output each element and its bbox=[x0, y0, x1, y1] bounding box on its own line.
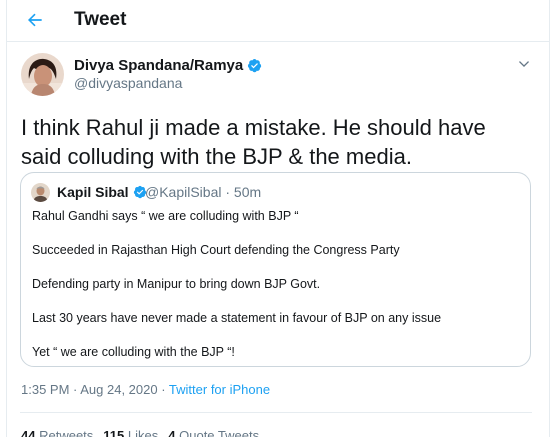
quote-text-line: Rahul Gandhi says “ we are colluding wit… bbox=[32, 209, 299, 223]
tweet-timestamp[interactable]: 1:35 PM · Aug 24, 2020 · bbox=[21, 382, 169, 397]
quote-author-name: Kapil Sibal bbox=[57, 184, 147, 200]
divider bbox=[20, 412, 532, 413]
quote-author-name-label: Kapil Sibal bbox=[57, 184, 129, 200]
tweet-stats: 44 Retweets 115 Likes 4 Quote Tweets bbox=[21, 428, 259, 437]
quoted-tweet[interactable]: Kapil Sibal @KapilSibal · 50m Rahul Gand… bbox=[20, 172, 531, 367]
right-border bbox=[549, 0, 550, 437]
author-name-label: Divya Spandana/Ramya bbox=[74, 57, 244, 74]
tweet-text: I think Rahul ji made a mistake. He shou… bbox=[21, 115, 486, 169]
back-button[interactable] bbox=[21, 6, 49, 34]
author-name[interactable]: Divya Spandana/Ramya bbox=[74, 57, 262, 74]
author-avatar[interactable] bbox=[21, 53, 64, 96]
author-handle[interactable]: @divyaspandana bbox=[74, 75, 182, 91]
quote-author-handle: @KapilSibal · 50m bbox=[145, 184, 262, 200]
likes-count: 115 bbox=[103, 428, 125, 437]
likes-label: Likes bbox=[127, 428, 159, 437]
retweets-count: 44 bbox=[21, 428, 36, 437]
quote-text-line: Succeeded in Rajasthan High Court defend… bbox=[32, 243, 400, 257]
chevron-down-icon[interactable] bbox=[516, 56, 532, 72]
tweet-source-link[interactable]: Twitter for iPhone bbox=[169, 382, 270, 397]
arrow-left-icon bbox=[28, 13, 42, 27]
quote-tweets-stat[interactable]: 4 Quote Tweets bbox=[168, 428, 259, 437]
quote-text-line: Defending party in Manipur to bring down… bbox=[32, 277, 321, 291]
quote-author-avatar bbox=[31, 183, 50, 202]
retweets-label: Retweets bbox=[39, 428, 94, 437]
quote-text-line: Last 30 years have never made a statemen… bbox=[32, 311, 442, 325]
header: Tweet bbox=[7, 0, 549, 42]
retweets-stat[interactable]: 44 Retweets bbox=[21, 428, 93, 437]
verified-badge-icon bbox=[248, 58, 262, 73]
quote-tweets-count: 4 bbox=[168, 428, 176, 437]
quote-tweets-label: Quote Tweets bbox=[179, 428, 260, 437]
quote-text-line: Yet “ we are colluding with the BJP “! bbox=[32, 345, 235, 359]
left-border bbox=[6, 0, 7, 437]
tweet-meta: 1:35 PM · Aug 24, 2020 · Twitter for iPh… bbox=[21, 382, 270, 397]
likes-stat[interactable]: 115 Likes bbox=[103, 428, 158, 437]
page-title: Tweet bbox=[74, 9, 127, 30]
